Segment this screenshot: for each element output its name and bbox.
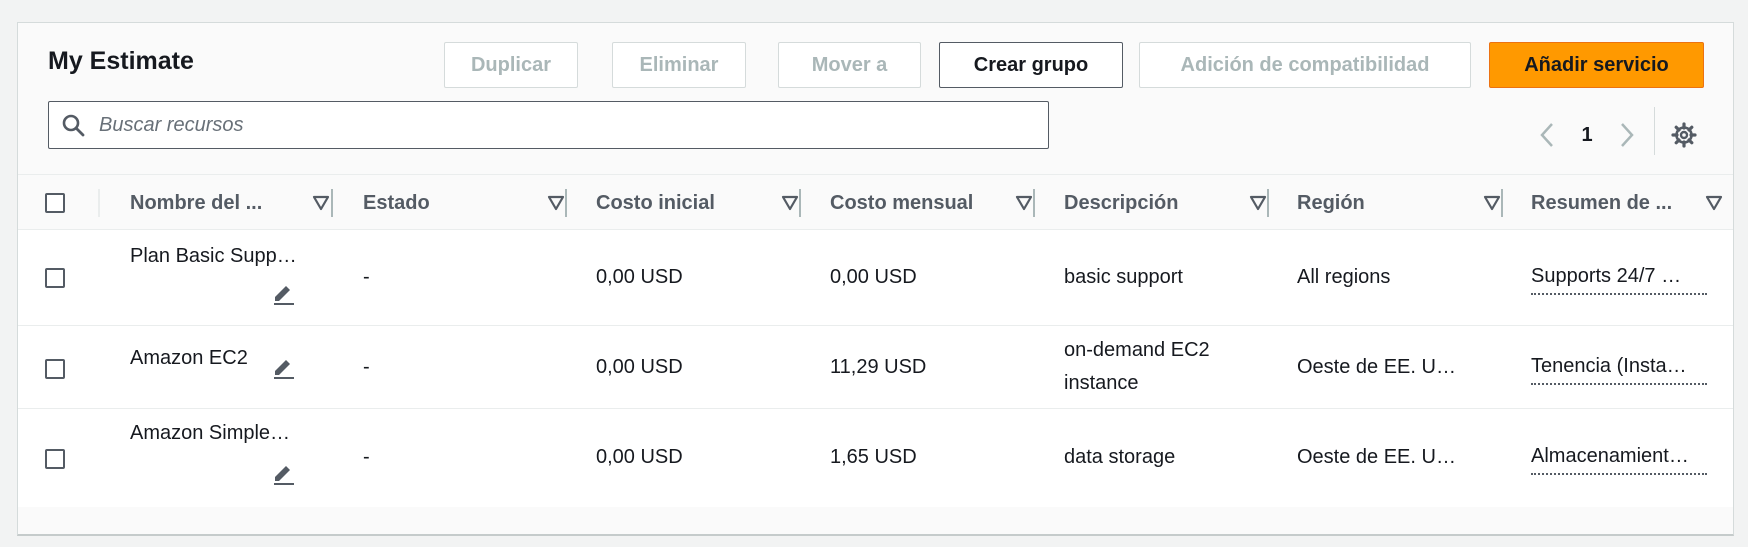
column-header-monthly-cost[interactable]: Costo mensual	[830, 175, 1033, 231]
delete-button[interactable]: Eliminar	[612, 42, 746, 88]
row-status: -	[363, 266, 370, 288]
row-name[interactable]: Amazon EC2	[130, 343, 280, 373]
sort-triangle-icon	[1483, 195, 1501, 211]
create-group-button[interactable]: Crear grupo	[939, 42, 1123, 88]
row-status: -	[363, 356, 370, 378]
row-monthly-cost: 11,29 USD	[830, 356, 927, 378]
row-summary[interactable]: Almacenamient…	[1531, 441, 1707, 475]
current-page-number[interactable]: 1	[1559, 124, 1615, 147]
table-row[interactable]: Amazon EC2 - 0,00 USD 11,29 USD on-deman…	[18, 326, 1733, 409]
column-separator	[331, 189, 333, 217]
row-monthly-cost: 1,65 USD	[830, 446, 917, 468]
column-separator	[799, 189, 801, 217]
row-checkbox[interactable]	[45, 268, 65, 288]
column-header-status[interactable]: Estado	[363, 175, 565, 231]
chevron-right-icon[interactable]	[1615, 121, 1639, 149]
add-service-button[interactable]: Añadir servicio	[1489, 42, 1704, 88]
pencil-icon[interactable]	[271, 280, 297, 306]
compatibility-add-button[interactable]: Adición de compatibilidad	[1139, 42, 1471, 88]
gear-icon[interactable]	[1670, 121, 1698, 149]
table-row[interactable]: Plan Basic Supp… - 0,00 USD 0,00 USD bas…	[18, 230, 1733, 326]
column-separator	[98, 189, 100, 217]
chevron-left-icon[interactable]	[1535, 121, 1559, 149]
search-icon	[61, 113, 85, 137]
table-row[interactable]: Amazon Simple… - 0,00 USD 1,65 USD data …	[18, 409, 1733, 507]
row-checkbox[interactable]	[45, 449, 65, 469]
pagination: 1	[1535, 121, 1639, 149]
column-separator	[1033, 189, 1035, 217]
move-to-button[interactable]: Mover a	[778, 42, 921, 88]
pagination-divider	[1654, 107, 1655, 155]
column-header-label: Nombre del ...	[130, 191, 263, 214]
row-checkbox[interactable]	[45, 359, 65, 379]
column-header-description[interactable]: Descripción	[1064, 175, 1267, 231]
column-separator	[565, 189, 567, 217]
row-status: -	[363, 446, 370, 468]
row-name[interactable]: Amazon Simple…	[130, 418, 330, 448]
row-region: Oeste de EE. U…	[1297, 446, 1456, 468]
search-field	[48, 101, 1049, 149]
column-header-label: Región	[1297, 191, 1365, 214]
row-upfront-cost: 0,00 USD	[596, 356, 683, 378]
row-description: data storage	[1064, 446, 1176, 468]
row-description: on-demand EC2 instance	[1064, 339, 1210, 394]
row-region: Oeste de EE. U…	[1297, 356, 1456, 378]
column-header-region[interactable]: Región	[1297, 175, 1501, 231]
sort-triangle-icon	[781, 195, 799, 211]
estimate-panel: My Estimate Duplicar Eliminar Mover a Cr…	[17, 22, 1734, 536]
column-header-upfront-cost[interactable]: Costo inicial	[596, 175, 799, 231]
search-input[interactable]	[99, 102, 1048, 148]
sort-triangle-icon	[1015, 195, 1033, 211]
table-header: Nombre del ... Estado Costo inicial Cost…	[18, 174, 1733, 230]
column-header-summary[interactable]: Resumen de ...	[1531, 175, 1723, 231]
row-upfront-cost: 0,00 USD	[596, 446, 683, 468]
column-header-label: Costo mensual	[830, 191, 974, 214]
row-region: All regions	[1297, 266, 1391, 288]
row-summary[interactable]: Supports 24/7 …	[1531, 261, 1707, 295]
page-title: My Estimate	[48, 47, 194, 75]
column-header-name[interactable]: Nombre del ...	[130, 175, 330, 231]
column-separator	[1267, 189, 1269, 217]
column-header-label: Costo inicial	[596, 191, 715, 214]
row-name[interactable]: Plan Basic Supp…	[130, 241, 330, 271]
row-monthly-cost: 0,00 USD	[830, 266, 917, 288]
row-summary[interactable]: Tenencia (Insta…	[1531, 351, 1707, 385]
sort-triangle-icon	[1705, 195, 1723, 211]
row-description: basic support	[1064, 266, 1183, 288]
column-header-label: Descripción	[1064, 191, 1179, 214]
row-upfront-cost: 0,00 USD	[596, 266, 683, 288]
select-all-checkbox[interactable]	[45, 193, 65, 213]
duplicate-button[interactable]: Duplicar	[444, 42, 578, 88]
pencil-icon[interactable]	[271, 460, 297, 486]
sort-triangle-icon	[547, 195, 565, 211]
sort-triangle-icon	[312, 195, 330, 211]
pencil-icon[interactable]	[271, 354, 297, 380]
column-header-label: Estado	[363, 191, 430, 214]
column-separator	[1501, 189, 1503, 217]
column-header-label: Resumen de ...	[1531, 191, 1673, 214]
sort-triangle-icon	[1249, 195, 1267, 211]
